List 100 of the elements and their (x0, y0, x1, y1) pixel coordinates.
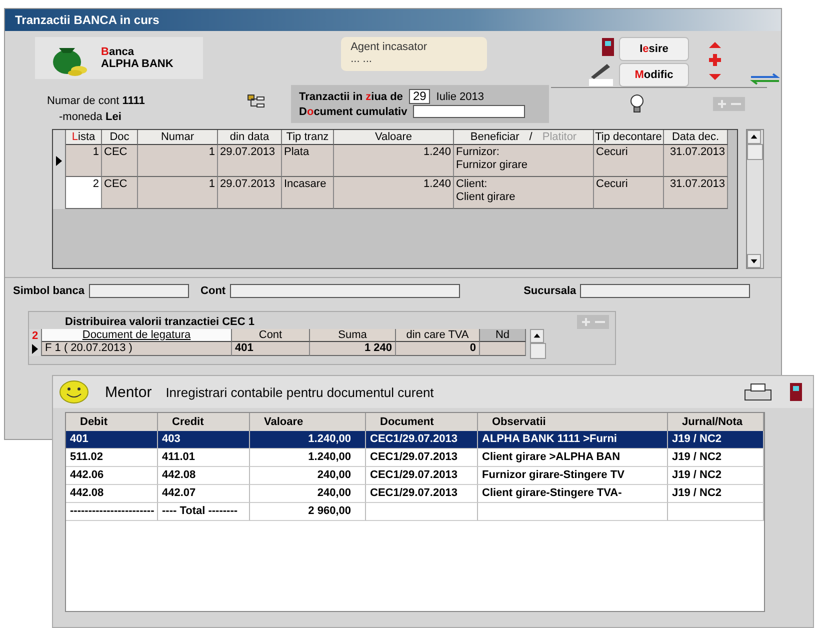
day-field[interactable]: 29 (408, 89, 430, 104)
scroll-thumb[interactable] (530, 343, 546, 359)
agent-value: ... ... (350, 53, 373, 65)
printer-icon[interactable] (743, 382, 773, 402)
panel-title: Inregistrari contabile pentru documentul curent (166, 384, 434, 400)
table-row[interactable]: 401 403 1.240,00 CEC1/29.07.2013 ALPHA BANK 1111 >Furni J19 / NC2 (66, 431, 764, 449)
scrollbar[interactable] (530, 329, 546, 359)
table-cell: Cecuri (594, 145, 664, 177)
scroll-down-icon[interactable] (747, 254, 761, 268)
agent-label: Agent incasator (350, 41, 428, 53)
column-header[interactable]: Nd (480, 329, 526, 342)
column-header[interactable]: Doc (102, 130, 138, 145)
row-header[interactable] (29, 342, 42, 356)
cumulative-field[interactable] (413, 105, 526, 118)
table-cell: J19 / NC2 (668, 467, 764, 485)
table-cell: 511.02 (66, 449, 158, 467)
column-header[interactable]: Valoare (334, 130, 454, 145)
column-header[interactable]: din care TVA (396, 329, 480, 342)
table-cell: F 1 ( 20.07.2013 ) (42, 342, 232, 356)
table-cell: 31.07.2013 (664, 177, 728, 209)
distribution-title: Distribuirea valorii tranzactiei CEC 1 (65, 316, 255, 328)
scroll-up-icon[interactable] (530, 329, 544, 343)
field-label: Sucursala (524, 285, 576, 297)
table-cell: 2 (66, 177, 102, 209)
table-cell: 1.240 (334, 177, 454, 209)
table-cell: 401 (66, 431, 158, 449)
table-cell: Cecuri (594, 177, 664, 209)
lightbulb-icon[interactable] (629, 94, 645, 114)
app-brand: Mentor (105, 384, 152, 400)
table-cell: Furnizor: Furnizor girare (454, 145, 594, 177)
table-row[interactable]: 511.02 411.01 1.240,00 CEC1/29.07.2013 Client girare >ALPHA BAN J19 / NC2 (66, 449, 764, 467)
table-cell: 1 (138, 145, 218, 177)
table-row[interactable]: 442.08 442.07 240,00 CEC1/29.07.2013 Client girare-Stingere TVA- J19 / NC2 (66, 485, 764, 503)
table-cell: 442.06 (66, 467, 158, 485)
table-row[interactable]: 442.06 442.08 240,00 CEC1/29.07.2013 Furnizor girare-Stingere TV J19 / NC2 (66, 467, 764, 485)
table-cell: Client girare >ALPHA BAN (478, 449, 668, 467)
column-header[interactable]: Tip tranz (282, 130, 334, 145)
table-cell: Furnizor girare-Stingere TV (478, 467, 668, 485)
column-header[interactable]: Suma (310, 329, 396, 342)
table-cell: 29.07.2013 (218, 145, 282, 177)
table-cell: 240,00 (250, 485, 366, 503)
table-cell: CEC1/29.07.2013 (366, 431, 478, 449)
table-cell: CEC (102, 177, 138, 209)
table-cell: J19 / NC2 (668, 485, 764, 503)
table-cell: 403 (158, 431, 250, 449)
list-number: 2 (29, 329, 42, 342)
bank-caption: Banca (101, 46, 136, 58)
table-cell: 1 240 (310, 342, 396, 356)
total-cell: ---- Total -------- (158, 503, 250, 521)
table-cell (480, 342, 526, 356)
field-label: Cont (200, 285, 226, 297)
scrollbar[interactable] (746, 129, 764, 269)
table-cell: J19 / NC2 (668, 449, 764, 467)
table-cell: 0 (396, 342, 480, 356)
table-cell: 442.08 (158, 467, 250, 485)
field-label: Simbol banca (13, 285, 85, 297)
table-cell: 240,00 (250, 467, 366, 485)
door-icon[interactable] (601, 37, 615, 57)
table-cell: Client girare-Stingere TVA- (478, 485, 668, 503)
table-cell: 1 (138, 177, 218, 209)
table-cell: Plata (282, 145, 334, 177)
currency-label: -moneda (59, 111, 102, 123)
total-cell: ----------------------- (66, 503, 158, 521)
input-field[interactable] (230, 284, 460, 298)
table-cell: 401 (232, 342, 310, 356)
scroll-thumb[interactable] (747, 144, 763, 160)
account-label: Numar de cont (47, 95, 120, 107)
smiley-icon (59, 380, 89, 404)
table-cell: Client: Client girare (454, 177, 594, 209)
column-header[interactable]: Lista (66, 130, 102, 145)
column-header[interactable]: Document de legatura (42, 329, 232, 342)
column-header[interactable]: Tip decontare (594, 130, 664, 145)
table-cell: CEC1/29.07.2013 (366, 467, 478, 485)
total-cell: 2 960,00 (250, 503, 366, 521)
column-header[interactable]: Numar (138, 130, 218, 145)
action-button[interactable]: Modific (619, 63, 689, 87)
currency-value: Lei (105, 111, 122, 123)
input-field[interactable] (580, 284, 750, 298)
table-cell: J19 / NC2 (668, 431, 764, 449)
up-plus-down-icon[interactable] (707, 41, 723, 81)
table-cell: 1.240,00 (250, 431, 366, 449)
cumulative-label: Document cumulativ (299, 106, 408, 118)
door-icon[interactable] (789, 382, 803, 402)
row-pointer-icon (32, 344, 38, 354)
column-header[interactable]: din data (218, 130, 282, 145)
input-field[interactable] (88, 284, 189, 298)
scroll-up-icon[interactable] (747, 130, 761, 144)
table-cell: 29.07.2013 (218, 177, 282, 209)
account-number: 1111 (122, 95, 145, 107)
action-button[interactable]: Iesire (619, 37, 689, 61)
column-header[interactable]: Cont (232, 329, 310, 342)
table-cell: CEC (102, 145, 138, 177)
window-title: Tranzactii BANCA in curs (5, 9, 781, 31)
column-header[interactable]: Data dec. (664, 130, 728, 145)
table-cell: 1.240 (334, 145, 454, 177)
table-cell: 442.07 (158, 485, 250, 503)
table-cell: 31.07.2013 (664, 145, 728, 177)
tree-icon[interactable] (247, 94, 265, 110)
row-pointer-icon (56, 156, 62, 166)
table-cell: 1 (66, 145, 102, 177)
